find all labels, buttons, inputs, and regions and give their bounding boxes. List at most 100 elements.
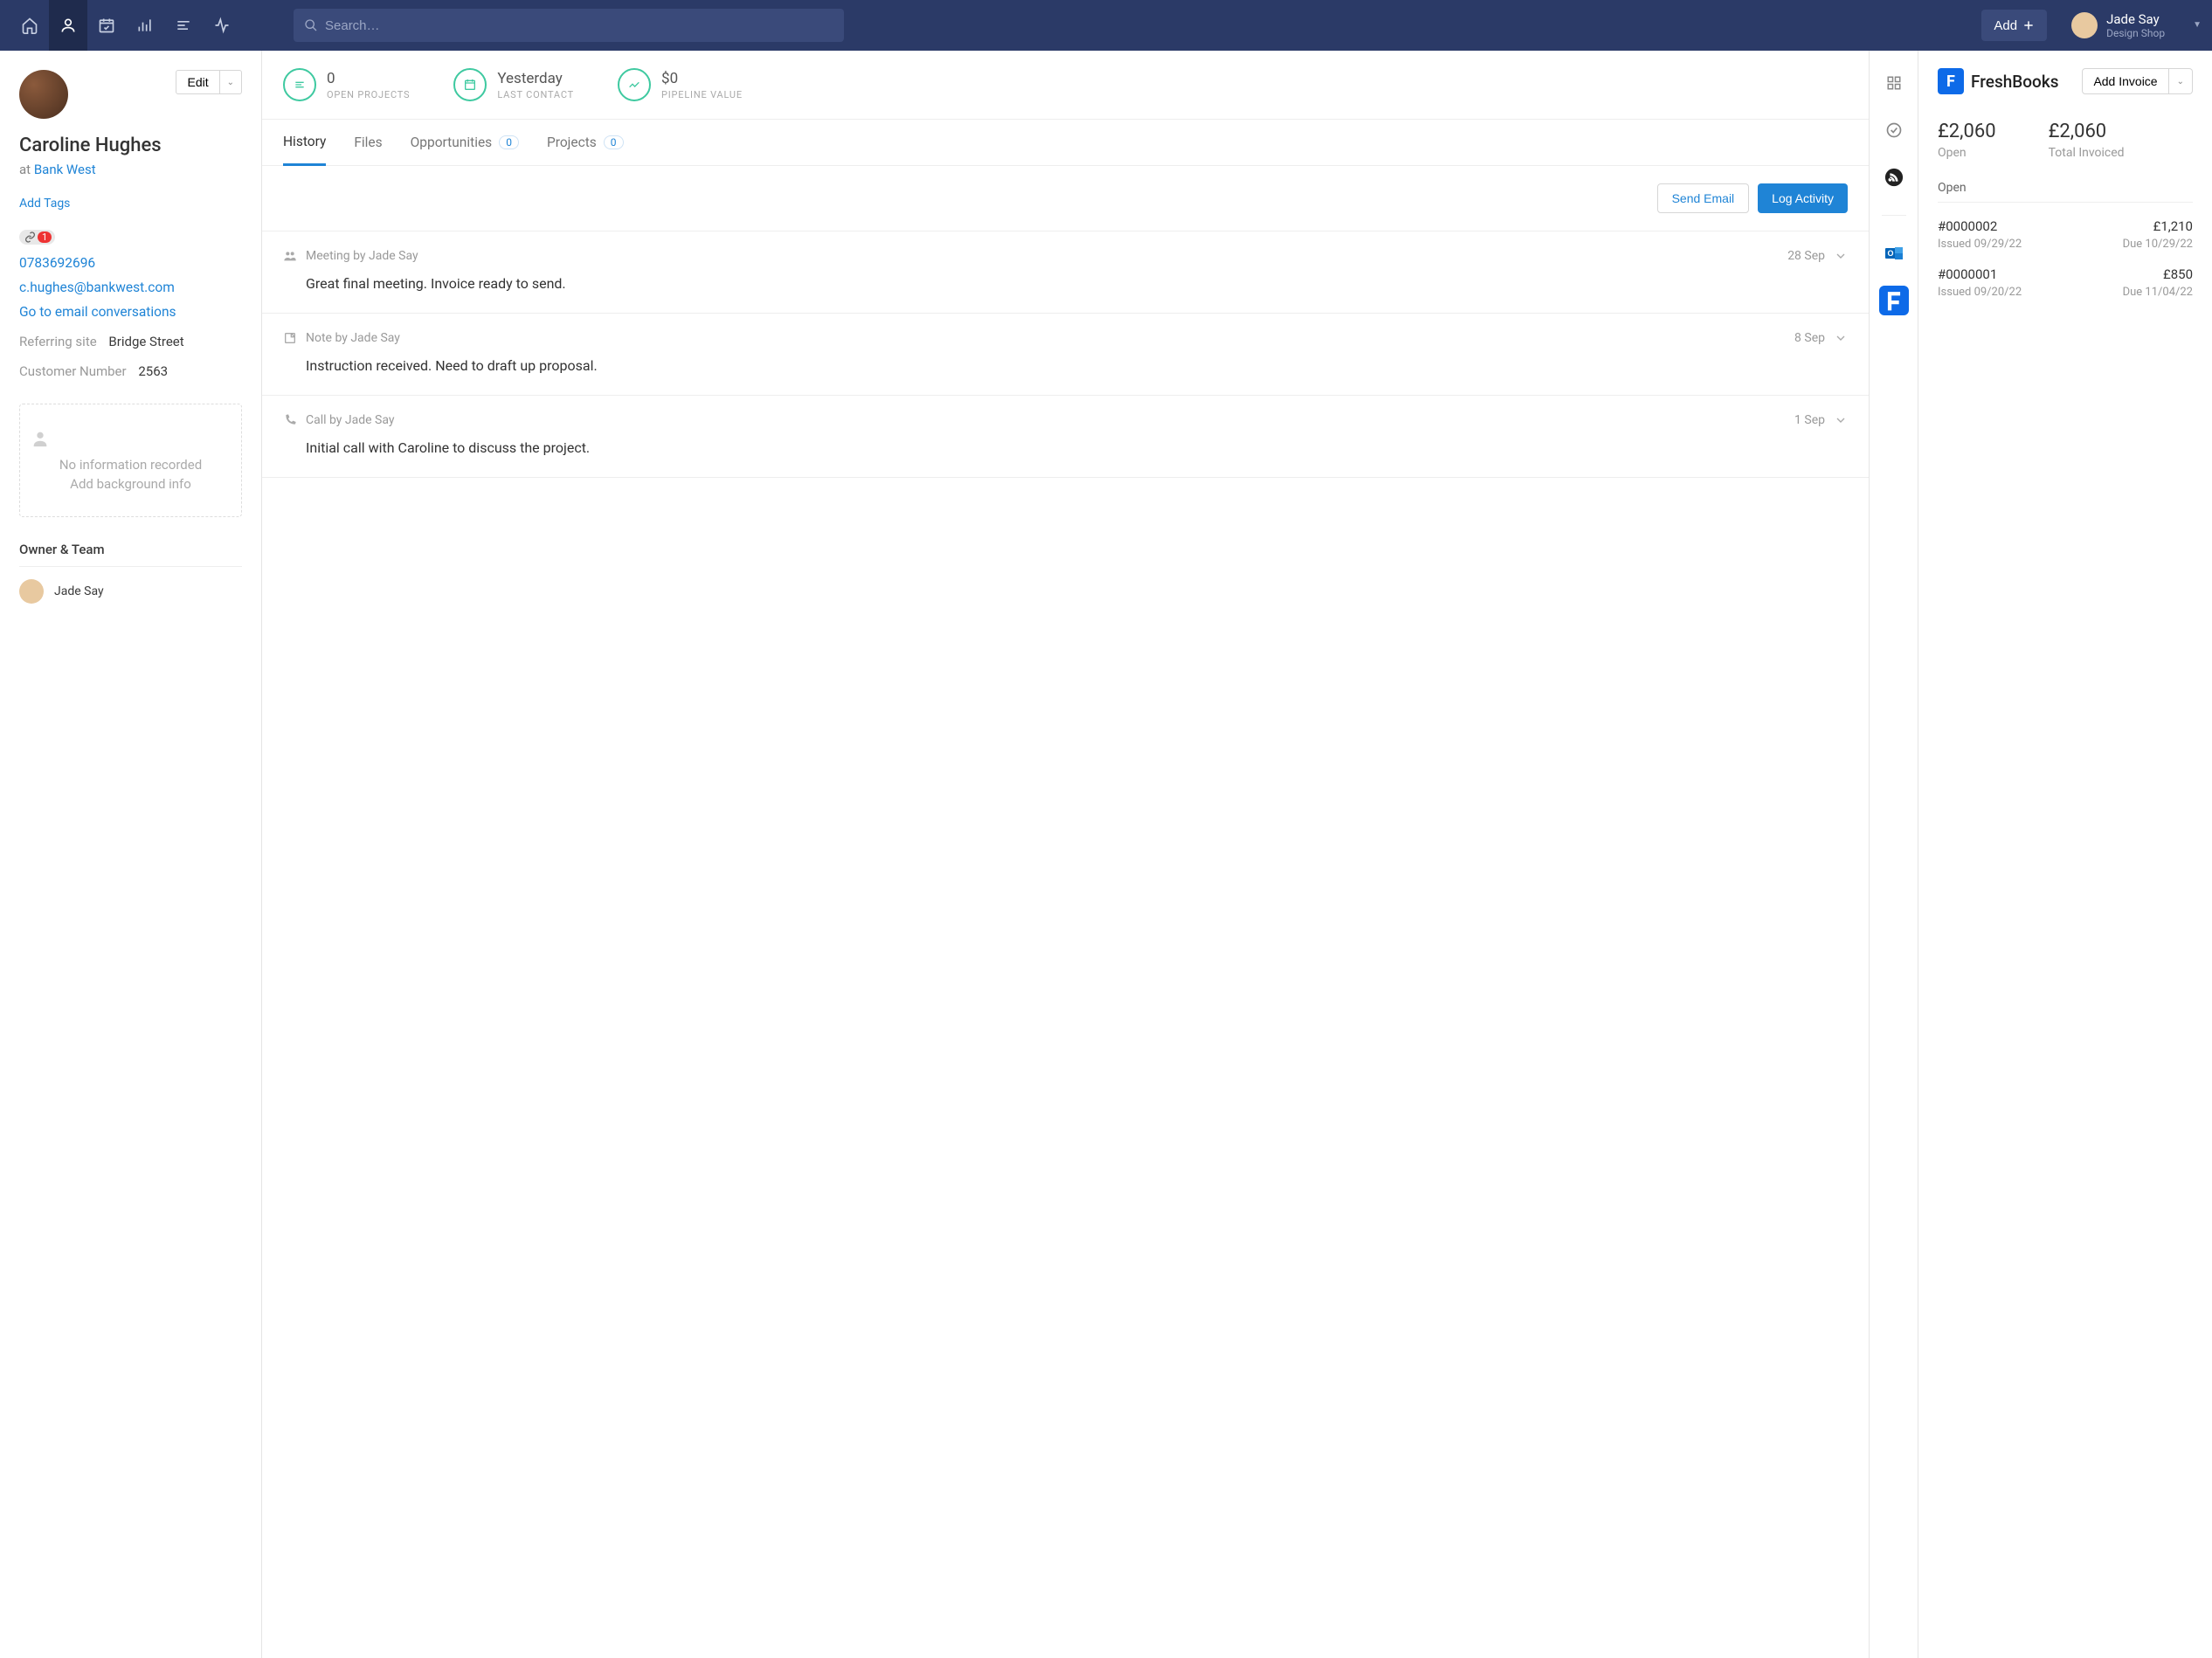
user-avatar xyxy=(2071,12,2098,38)
invoice-amount: £850 xyxy=(2163,266,2193,282)
strip-outlook[interactable]: O xyxy=(1879,238,1909,268)
company-link[interactable]: Bank West xyxy=(34,162,96,177)
activity-meta: Call by Jade Say xyxy=(306,413,1794,427)
phone-link[interactable]: 0783692696 xyxy=(19,255,242,271)
email-link[interactable]: c.hughes@bankwest.com xyxy=(19,280,242,295)
chevron-down-icon[interactable] xyxy=(1834,413,1848,427)
field-value: Bridge Street xyxy=(108,334,183,349)
activity-head: Note by Jade Say 8 Sep xyxy=(283,331,1848,345)
lines-icon xyxy=(175,17,192,34)
edit-button-group: Edit ⌄ xyxy=(176,70,242,94)
chevron-down-icon[interactable] xyxy=(1834,249,1848,263)
nav-lists[interactable] xyxy=(164,0,203,51)
fb-brand-text: FreshBooks xyxy=(1971,72,2059,92)
stat-label: OPEN PROJECTS xyxy=(327,89,410,100)
send-email-button[interactable]: Send Email xyxy=(1657,183,1750,213)
invoice-issued: Issued 09/20/22 xyxy=(1938,286,2022,299)
tab-history[interactable]: History xyxy=(283,120,326,166)
team-row: Jade Say xyxy=(19,579,242,604)
rss-circle-icon xyxy=(1884,168,1904,187)
links-pill[interactable]: 1 xyxy=(19,230,55,245)
customer-number-field: Customer Number 2563 xyxy=(19,363,242,379)
invoice-due: Due 11/04/22 xyxy=(2123,286,2193,299)
invoice-amount: £1,210 xyxy=(2153,218,2193,234)
fb-logo: F FreshBooks xyxy=(1938,68,2059,94)
activity-meta: Note by Jade Say xyxy=(306,331,1794,345)
activity-head: Meeting by Jade Say 28 Sep xyxy=(283,249,1848,263)
chevron-down-icon[interactable] xyxy=(1834,331,1848,345)
nav-contacts[interactable] xyxy=(49,0,87,51)
pill-row: 1 xyxy=(19,230,242,246)
strip-tasks[interactable] xyxy=(1879,115,1909,145)
log-activity-button[interactable]: Log Activity xyxy=(1758,183,1848,213)
fb-open-value: £2,060 xyxy=(1938,121,1996,142)
freshbooks-logo-icon: F xyxy=(1938,68,1964,94)
projects-icon xyxy=(283,68,316,101)
fb-stat-open: £2,060 Open xyxy=(1938,121,1996,160)
contact-company: at Bank West xyxy=(19,162,242,177)
edit-button[interactable]: Edit xyxy=(176,70,219,94)
tab-opportunities[interactable]: Opportunities 0 xyxy=(411,120,519,165)
activity-meta: Meeting by Jade Say xyxy=(306,249,1787,263)
search-wrap xyxy=(294,9,1946,42)
invoice-item[interactable]: #0000001 £850 Issued 09/20/22 Due 11/04/… xyxy=(1938,266,2193,299)
activity-head: Call by Jade Say 1 Sep xyxy=(283,413,1848,427)
plus-icon xyxy=(2022,19,2035,31)
bar-chart-icon xyxy=(136,17,154,34)
add-button[interactable]: Add xyxy=(1981,10,2047,41)
action-row: Send Email Log Activity xyxy=(262,166,1869,231)
nav-home[interactable] xyxy=(10,0,49,51)
nav-reports[interactable] xyxy=(126,0,164,51)
nav-calendar[interactable] xyxy=(87,0,126,51)
strip-feed[interactable] xyxy=(1879,162,1909,192)
nav-activity[interactable] xyxy=(203,0,241,51)
tab-files[interactable]: Files xyxy=(354,120,382,165)
strip-freshbooks[interactable] xyxy=(1879,286,1909,315)
add-invoice-group: Add Invoice ⌄ xyxy=(2082,68,2193,94)
add-invoice-dropdown[interactable]: ⌄ xyxy=(2169,68,2193,94)
invoice-due: Due 10/29/22 xyxy=(2123,238,2193,251)
projects-count: 0 xyxy=(604,135,624,149)
user-menu[interactable]: Jade Say Design Shop ▼ xyxy=(2071,11,2202,39)
freshbooks-icon xyxy=(1879,286,1909,315)
strip-apps[interactable] xyxy=(1879,68,1909,98)
invoice-issued: Issued 09/29/22 xyxy=(1938,238,2022,251)
freshbooks-panel: F FreshBooks Add Invoice ⌄ £2,060 Open £… xyxy=(1918,51,2212,1658)
stat-label: LAST CONTACT xyxy=(497,89,574,100)
people-icon xyxy=(283,249,297,263)
add-invoice-button[interactable]: Add Invoice xyxy=(2082,68,2168,94)
fb-stat-total: £2,060 Total Invoiced xyxy=(2049,121,2125,160)
conversations-link[interactable]: Go to email conversations xyxy=(19,304,242,320)
fb-open-label: Open xyxy=(1938,146,1996,160)
main: Edit ⌄ Caroline Hughes at Bank West Add … xyxy=(0,51,2212,1658)
topbar: Add Jade Say Design Shop ▼ xyxy=(0,0,2212,51)
edit-dropdown[interactable]: ⌄ xyxy=(220,70,242,94)
outlook-icon: O xyxy=(1884,243,1904,264)
person-icon xyxy=(59,17,77,34)
activity-date: 8 Sep xyxy=(1794,331,1825,345)
add-background-link[interactable]: Add background info xyxy=(31,476,231,492)
fb-total-label: Total Invoiced xyxy=(2049,146,2125,160)
field-value: 2563 xyxy=(138,363,168,379)
contact-panel: Edit ⌄ Caroline Hughes at Bank West Add … xyxy=(0,51,262,1658)
stat-open-projects[interactable]: 0 OPEN PROJECTS xyxy=(283,68,410,101)
add-tags-link[interactable]: Add Tags xyxy=(19,197,242,211)
activity-date: 28 Sep xyxy=(1787,249,1825,263)
user-text: Jade Say Design Shop xyxy=(2106,11,2165,39)
pulse-icon xyxy=(213,17,231,34)
phone-icon xyxy=(283,413,297,427)
top-nav xyxy=(10,0,241,51)
invoice-item[interactable]: #0000002 £1,210 Issued 09/29/22 Due 10/2… xyxy=(1938,218,2193,251)
stat-last-contact[interactable]: Yesterday LAST CONTACT xyxy=(453,68,574,101)
tab-projects[interactable]: Projects 0 xyxy=(547,120,624,165)
fb-header: F FreshBooks Add Invoice ⌄ xyxy=(1938,68,2193,94)
activity-body: Initial call with Caroline to discuss th… xyxy=(306,439,1848,456)
activity-date: 1 Sep xyxy=(1794,413,1825,427)
calendar-check-icon xyxy=(98,17,115,34)
stat-pipeline[interactable]: $0 PIPELINE VALUE xyxy=(618,68,743,101)
invoice-number: #0000001 xyxy=(1938,266,1997,282)
note-icon xyxy=(283,331,297,345)
search-input[interactable] xyxy=(294,9,844,42)
svg-text:O: O xyxy=(1887,249,1893,258)
fb-section-open: Open xyxy=(1938,181,2193,195)
